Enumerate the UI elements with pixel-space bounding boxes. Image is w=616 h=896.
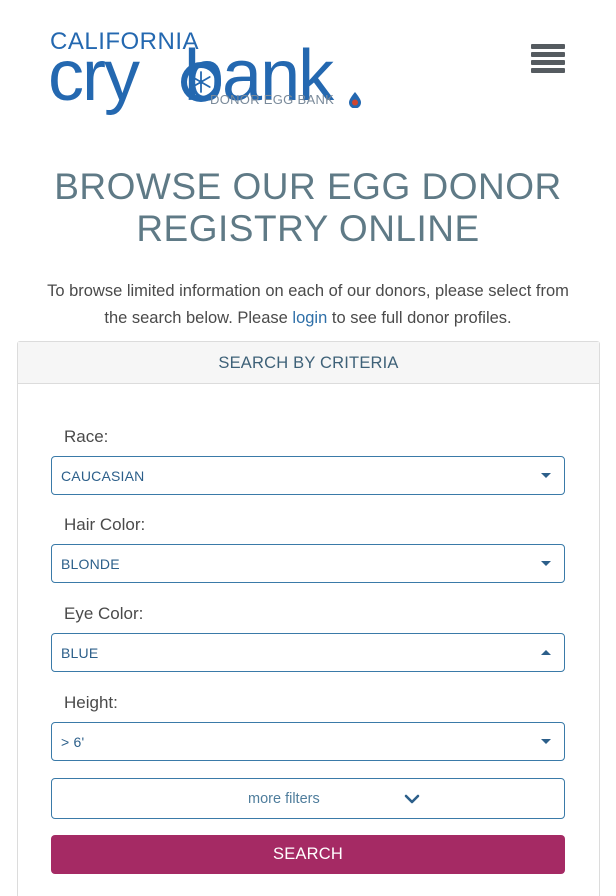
site-header: CALIFORNIA cry bank DONOR EGG BANK [0,0,616,140]
race-label: Race: [64,427,109,446]
height-label: Height: [64,693,118,712]
chevron-up-icon [541,650,551,655]
page-title: BROWSE OUR EGG DONOR REGISTRY ONLINE [54,166,562,249]
more-filters-button[interactable]: more filters [51,778,565,819]
height-select[interactable]: > 6' [51,722,565,761]
eye-color-select-value: BLUE [61,645,99,661]
eye-color-select[interactable]: BLUE [51,633,565,672]
eye-color-label: Eye Color: [64,604,144,623]
hair-color-label: Hair Color: [64,515,146,534]
chevron-down-icon [404,794,420,804]
hamburger-menu-icon[interactable] [531,42,567,76]
race-select-value: CAUCASIAN [61,468,145,484]
intro-text: To browse limited information on each of… [47,282,569,327]
chevron-down-icon [541,739,551,744]
logo-subtitle: DONOR EGG BANK [210,92,335,107]
egg-drop-icon [349,92,361,108]
chevron-down-icon [541,473,551,478]
login-link[interactable]: login [292,309,327,327]
chevron-down-icon [541,561,551,566]
california-cryobank-logo[interactable]: CALIFORNIA cry bank DONOR EGG BANK [48,28,368,118]
height-select-value: > 6' [61,734,85,750]
hair-color-select-value: BLONDE [61,556,120,572]
race-select[interactable]: CAUCASIAN [51,456,565,495]
hair-color-select[interactable]: BLONDE [51,544,565,583]
search-button[interactable]: SEARCH [51,835,565,874]
more-filters-label: more filters [248,791,320,807]
search-panel-heading: SEARCH BY CRITERIA [18,342,599,384]
